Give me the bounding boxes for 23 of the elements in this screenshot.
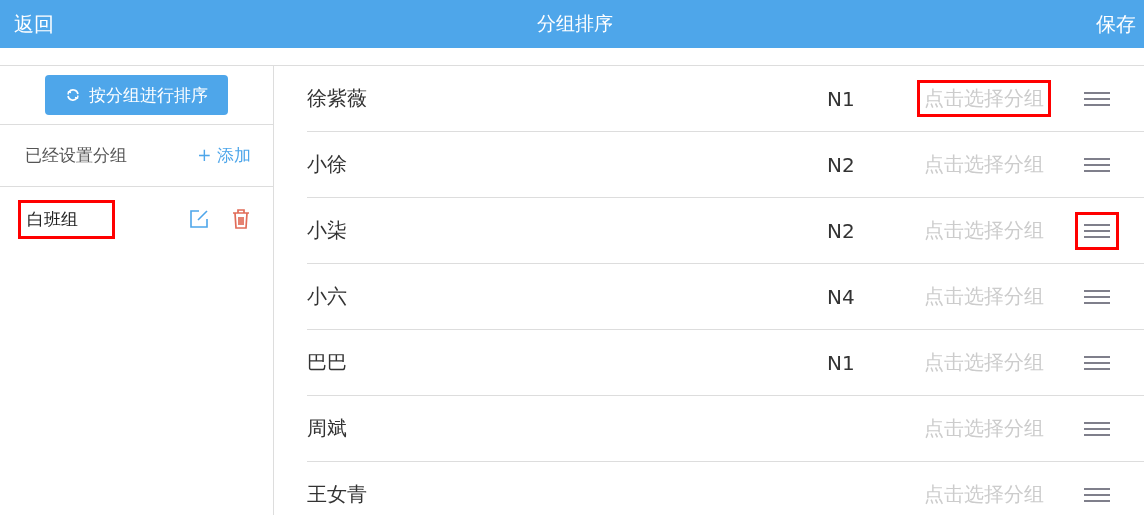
trash-icon[interactable]	[231, 208, 251, 230]
staff-name: 徐紫薇	[307, 85, 368, 112]
edit-icon[interactable]	[189, 209, 209, 229]
sort-by-group-button[interactable]: 按分组进行排序	[45, 75, 228, 115]
staff-name: 王女青	[307, 481, 368, 508]
group-name[interactable]: 白班组	[18, 199, 115, 239]
staff-name: 小徐	[307, 151, 348, 178]
level-label: N1	[827, 350, 856, 375]
drag-handle-icon[interactable]	[1075, 211, 1119, 250]
staff-name: 小柒	[307, 217, 348, 244]
save-button[interactable]: 保存	[1096, 10, 1136, 38]
staff-name: 周斌	[307, 415, 348, 442]
staff-name: 巴巴	[307, 349, 348, 376]
level-label: N2	[827, 218, 856, 243]
staff-name: 小六	[307, 283, 348, 310]
back-button[interactable]: 返回	[14, 10, 54, 38]
page-title: 分组排序	[537, 11, 613, 36]
level-label: N2	[827, 152, 856, 177]
level-label: N4	[827, 284, 856, 309]
groups-label: 已经设置分组	[25, 144, 127, 167]
add-link[interactable]: + 添加	[197, 144, 251, 167]
refresh-icon	[65, 87, 81, 103]
level-label: N1	[827, 86, 856, 111]
